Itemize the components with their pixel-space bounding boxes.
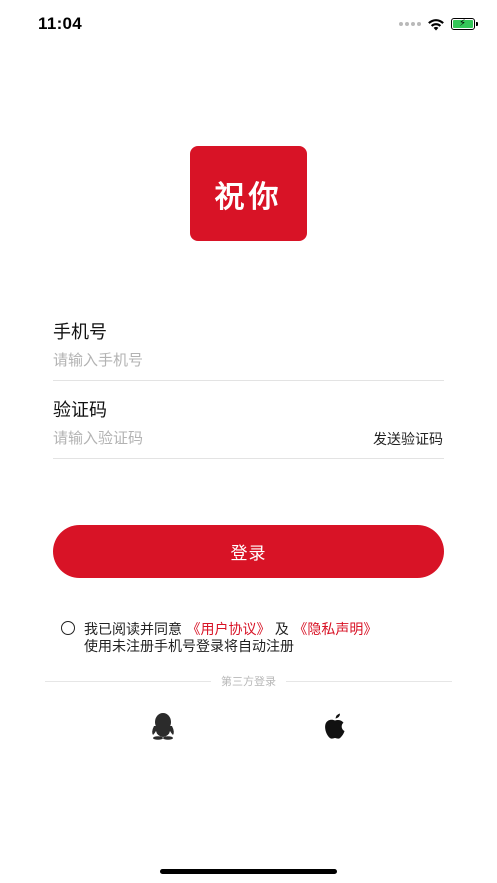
- send-code-button[interactable]: 发送验证码: [373, 429, 443, 449]
- code-divider: [53, 458, 444, 459]
- status-time: 11:04: [38, 14, 83, 33]
- qq-icon: [152, 713, 174, 740]
- apple-login-button[interactable]: [320, 711, 350, 741]
- phone-input[interactable]: [53, 346, 353, 374]
- login-button[interactable]: 登录: [53, 525, 444, 578]
- agree-radio[interactable]: [61, 621, 75, 635]
- home-indicator: [160, 869, 337, 874]
- battery-icon: ⚡: [451, 18, 478, 30]
- signal-icon: [399, 22, 421, 26]
- privacy-link[interactable]: 《隐私声明》: [293, 622, 377, 638]
- phone-label: 手机号: [53, 322, 107, 343]
- app-logo: 祝你: [190, 146, 307, 241]
- logo-text: 祝你: [214, 179, 283, 215]
- qq-login-button[interactable]: [148, 711, 178, 741]
- apple-icon: [325, 713, 345, 739]
- code-label: 验证码: [53, 400, 107, 421]
- auto-register-note: 使用未注册手机号登录将自动注册: [84, 639, 294, 655]
- status-icons: ⚡: [399, 14, 478, 34]
- phone-divider: [53, 380, 444, 381]
- wifi-icon: [428, 18, 444, 30]
- status-bar: 11:04 ⚡: [0, 0, 497, 48]
- code-input[interactable]: [53, 424, 353, 452]
- third-party-title: 第三方登录: [221, 675, 276, 688]
- third-party-divider: 第三方登录: [45, 673, 452, 689]
